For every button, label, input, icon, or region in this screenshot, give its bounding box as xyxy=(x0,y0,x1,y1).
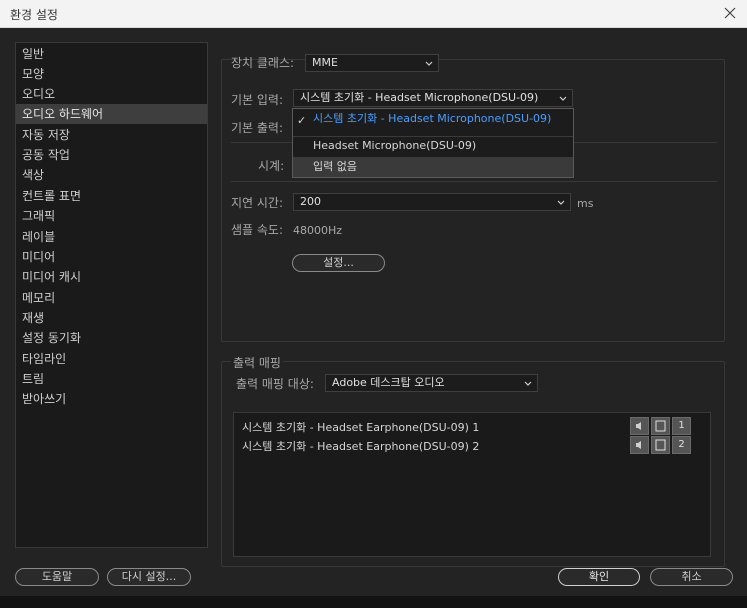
sidebar-item-media[interactable]: 미디어 xyxy=(16,247,207,267)
popup-option-headset-mic[interactable]: Headset Microphone(DSU-09) xyxy=(293,136,573,156)
sidebar-item-memory[interactable]: 메모리 xyxy=(16,288,207,308)
channel-row-icons: 1 xyxy=(630,417,692,435)
sidebar-item-playback[interactable]: 재생 xyxy=(16,308,207,328)
popup-option-no-input[interactable]: 입력 없음 xyxy=(293,157,573,177)
popup-option-label: 시스템 초기화 - Headset Microphone(DSU-09) xyxy=(313,112,552,125)
sidebar-item-graphics[interactable]: 그래픽 xyxy=(16,206,207,226)
channel-map-icon[interactable] xyxy=(651,436,670,454)
latency-unit: ms xyxy=(577,197,594,210)
device-class-value: MME xyxy=(312,56,338,69)
device-class-dropdown[interactable]: MME xyxy=(305,54,439,72)
close-icon[interactable] xyxy=(721,4,739,22)
output-channel-row[interactable]: 시스템 초기화 - Headset Earphone(DSU-09) 1 xyxy=(242,419,479,435)
preferences-sidebar: 일반 모양 오디오 오디오 하드웨어 자동 저장 공동 작업 색상 컨트롤 표면… xyxy=(15,42,208,548)
device-class-label: 장치 클래스: xyxy=(231,56,295,70)
sidebar-item-transcription[interactable]: 받아쓰기 xyxy=(16,389,207,409)
sidebar-item-general[interactable]: 일반 xyxy=(16,44,207,64)
settings-button[interactable]: 설정... xyxy=(292,254,385,272)
chevron-down-icon xyxy=(523,378,533,388)
channel-number-badge: 1 xyxy=(672,417,691,435)
chevron-down-icon xyxy=(558,93,568,103)
sidebar-item-collaboration[interactable]: 공동 작업 xyxy=(16,145,207,165)
taskbar-strip xyxy=(0,596,747,608)
channel-map-icon[interactable] xyxy=(651,417,670,435)
sidebar-item-media-cache[interactable]: 미디어 캐시 xyxy=(16,267,207,287)
chevron-down-icon xyxy=(424,58,434,68)
sidebar-item-labels[interactable]: 레이블 xyxy=(16,227,207,247)
output-mapping-target-value: Adobe 데스크탑 오디오 xyxy=(332,376,445,389)
output-mapping-target-label: 출력 매핑 대상: xyxy=(236,377,314,391)
sidebar-item-timeline[interactable]: 타임라인 xyxy=(16,349,207,369)
output-mapping-target-dropdown[interactable]: Adobe 데스크탑 오디오 xyxy=(325,374,538,392)
reset-button[interactable]: 다시 설정... xyxy=(107,568,191,586)
sidebar-item-appearance[interactable]: 모양 xyxy=(16,64,207,84)
sidebar-item-audio[interactable]: 오디오 xyxy=(16,84,207,104)
chevron-down-icon xyxy=(556,197,566,207)
speaker-icon[interactable] xyxy=(630,417,649,435)
channel-number-badge: 2 xyxy=(672,436,691,454)
default-input-dropdown[interactable]: 시스템 초기화 - Headset Microphone(DSU-09) xyxy=(293,89,573,107)
output-channel-row[interactable]: 시스템 초기화 - Headset Earphone(DSU-09) 2 xyxy=(242,438,479,454)
popup-option-system-default[interactable]: ✓ 시스템 초기화 - Headset Microphone(DSU-09) xyxy=(293,109,573,129)
sidebar-item-control-surface[interactable]: 컨트롤 표면 xyxy=(16,186,207,206)
window-title: 환경 설정 xyxy=(10,8,58,22)
default-input-value: 시스템 초기화 - Headset Microphone(DSU-09) xyxy=(300,91,539,104)
speaker-icon[interactable] xyxy=(630,436,649,454)
help-button[interactable]: 도움말 xyxy=(15,568,99,586)
channel-row-icons: 2 xyxy=(630,436,692,454)
sidebar-item-audio-hardware[interactable]: 오디오 하드웨어 xyxy=(16,104,207,124)
cancel-button[interactable]: 취소 xyxy=(650,568,733,586)
default-output-label: 기본 출력: xyxy=(231,121,284,135)
output-mapping-title: 출력 매핑 xyxy=(231,354,283,371)
sidebar-item-sync-settings[interactable]: 설정 동기화 xyxy=(16,328,207,348)
sidebar-item-trim[interactable]: 트림 xyxy=(16,369,207,389)
latency-dropdown[interactable]: 200 xyxy=(293,193,571,211)
master-clock-label: 시계: xyxy=(258,159,285,173)
sample-rate-label: 샘플 속도: xyxy=(231,223,284,237)
default-input-popup: ✓ 시스템 초기화 - Headset Microphone(DSU-09) H… xyxy=(292,108,574,178)
divider xyxy=(231,181,717,182)
checkmark-icon: ✓ xyxy=(297,114,307,127)
sample-rate-value: 48000Hz xyxy=(293,224,343,237)
latency-label: 지연 시간: xyxy=(231,196,284,210)
sidebar-item-color[interactable]: 색상 xyxy=(16,165,207,185)
sidebar-item-auto-save[interactable]: 자동 저장 xyxy=(16,125,207,145)
latency-value: 200 xyxy=(300,195,321,208)
ok-button[interactable]: 확인 xyxy=(558,568,640,586)
title-bar: 환경 설정 xyxy=(0,0,747,28)
output-channel-list: 시스템 초기화 - Headset Earphone(DSU-09) 1 1 시… xyxy=(233,412,711,557)
default-input-label: 기본 입력: xyxy=(231,93,284,107)
